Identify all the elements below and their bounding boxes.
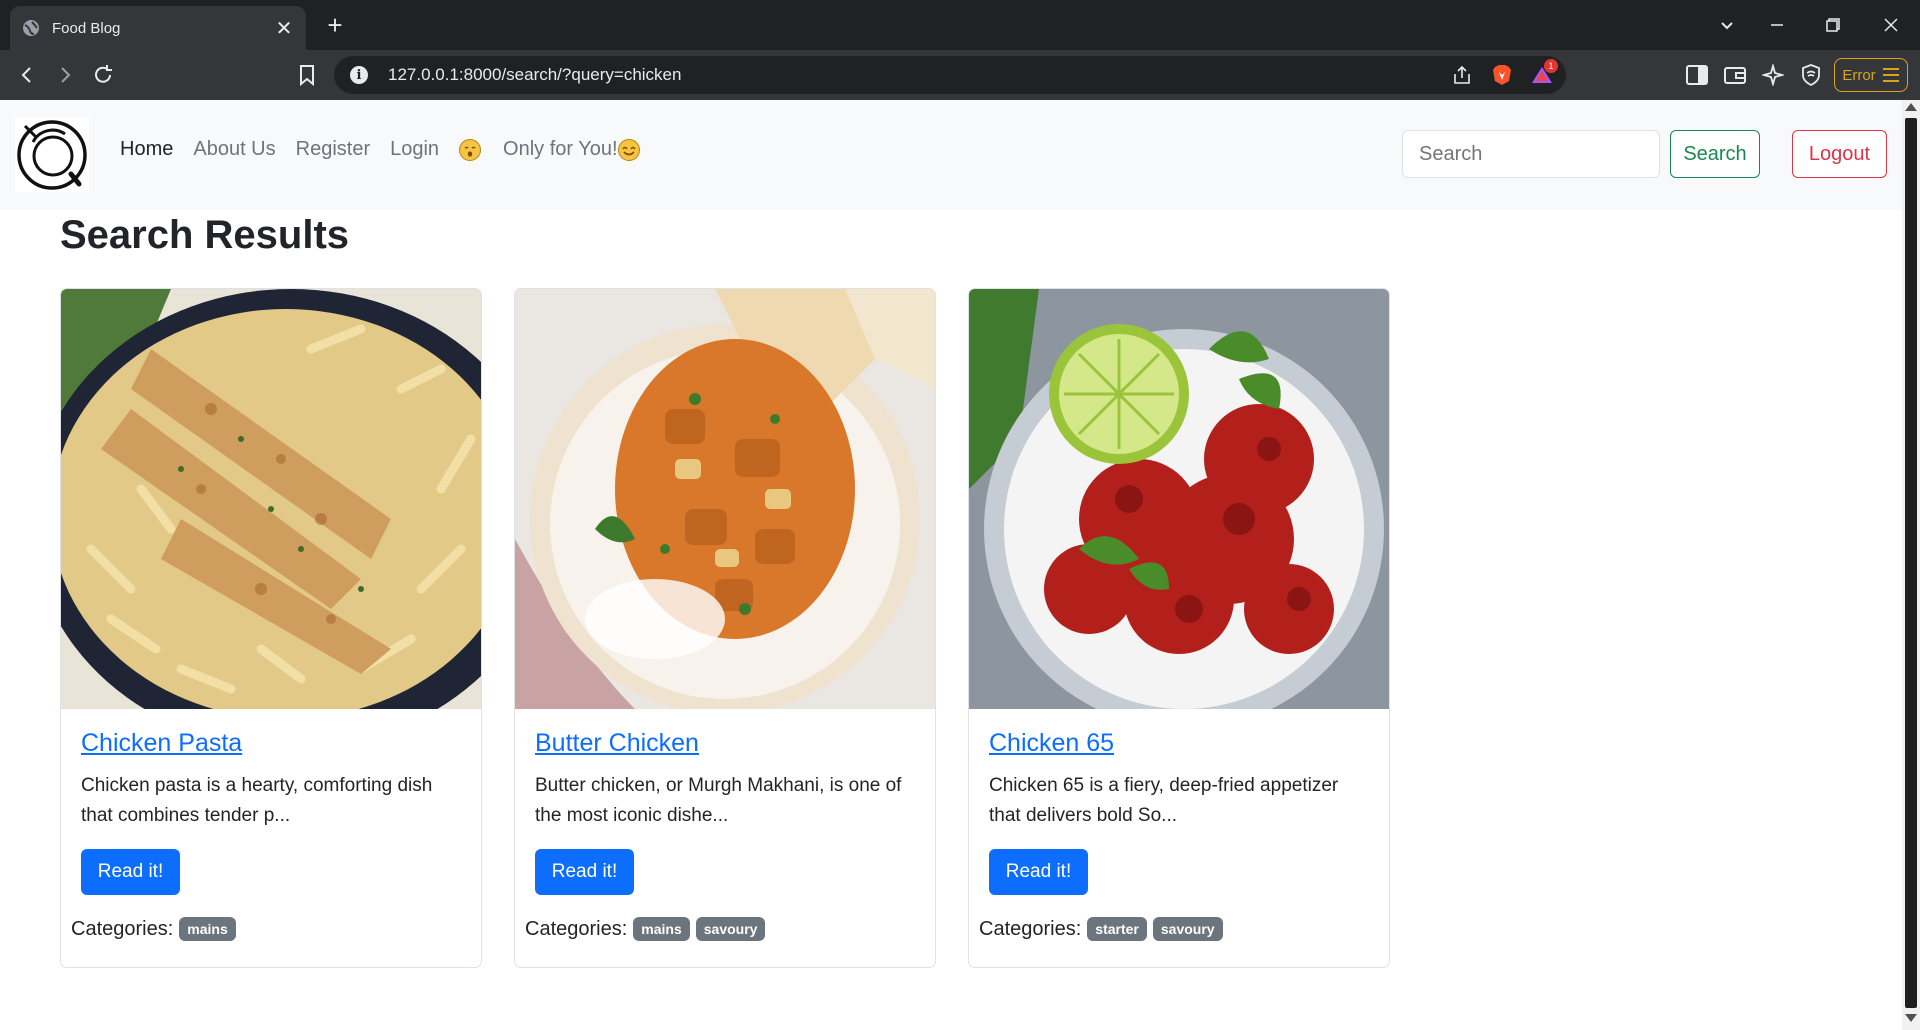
- recipe-title-link[interactable]: Chicken 65: [989, 729, 1114, 758]
- bookmark-icon[interactable]: [294, 62, 320, 88]
- minimize-window-button[interactable]: [1762, 10, 1792, 40]
- url-text: 127.0.0.1:8000/search/?query=chicken: [388, 65, 682, 84]
- categories: Categories: starter savoury: [979, 917, 1223, 941]
- forward-icon[interactable]: [52, 62, 78, 88]
- vpn-shield-icon[interactable]: [1798, 62, 1824, 88]
- brave-rewards-icon[interactable]: 1: [1526, 59, 1558, 91]
- category-badge: mains: [633, 917, 690, 941]
- restore-window-button[interactable]: [1818, 10, 1848, 40]
- page-title: Search Results: [60, 213, 350, 257]
- scroll-down-arrow-icon[interactable]: [1905, 1014, 1917, 1022]
- read-it-button[interactable]: Read it!: [81, 849, 180, 895]
- scroll-up-arrow-icon[interactable]: [1905, 103, 1917, 111]
- nav-link-register[interactable]: Register: [296, 138, 370, 161]
- category-badge: starter: [1087, 917, 1147, 941]
- categories-label: Categories:: [525, 917, 628, 940]
- logout-button[interactable]: Logout: [1792, 130, 1887, 178]
- page-content: Home About Us Register Login Only for Yo…: [0, 100, 1902, 1030]
- notification-count: 1: [1544, 59, 1558, 73]
- read-it-button[interactable]: Read it!: [535, 849, 634, 895]
- recipe-title-link[interactable]: Butter Chicken: [535, 729, 699, 758]
- nav-link-only-for-you[interactable]: Only for You!: [503, 138, 618, 161]
- search-button[interactable]: Search: [1670, 130, 1760, 178]
- butter-chicken-image: [515, 289, 935, 709]
- chicken-65-image: [969, 289, 1389, 709]
- recipe-card: Chicken Pasta Chicken pasta is a hearty,…: [60, 288, 482, 968]
- category-badge: savoury: [695, 917, 766, 941]
- categories-label: Categories:: [71, 917, 174, 940]
- new-tab-button[interactable]: +: [320, 10, 350, 40]
- tab-title: Food Blog: [52, 19, 121, 37]
- reload-icon[interactable]: [90, 62, 116, 88]
- nav-links: Home About Us Register Login Only for Yo…: [120, 138, 640, 161]
- recipe-excerpt: Chicken 65 is a fiery, deep-fried appeti…: [989, 775, 1339, 826]
- wallet-icon[interactable]: [1722, 62, 1748, 88]
- chicken-pasta-image: [61, 289, 481, 709]
- browser-toolbar: i 127.0.0.1:8000/search/?query=chicken 1: [0, 50, 1920, 100]
- smiling-face-emoji-icon: [617, 138, 640, 161]
- site-navbar: Home About Us Register Login Only for Yo…: [0, 100, 1902, 210]
- scrollbar-thumb[interactable]: [1905, 118, 1917, 1008]
- recipe-excerpt: Chicken pasta is a hearty, comforting di…: [81, 775, 433, 826]
- read-it-button[interactable]: Read it!: [989, 849, 1088, 895]
- browser-tab-bar: Food Blog ✕ +: [0, 0, 1920, 50]
- tab-search-chevron-icon[interactable]: [1712, 10, 1742, 40]
- category-badge: mains: [179, 917, 236, 941]
- close-window-button[interactable]: [1876, 10, 1906, 40]
- error-menu-button[interactable]: Error: [1834, 58, 1908, 92]
- browser-tab[interactable]: Food Blog ✕: [10, 6, 306, 50]
- recipe-card: Butter Chicken Butter chicken, or Murgh …: [514, 288, 936, 968]
- sleepy-face-emoji-icon[interactable]: [459, 138, 482, 161]
- category-badge: savoury: [1152, 917, 1223, 941]
- search-input[interactable]: [1402, 130, 1660, 178]
- back-icon[interactable]: [14, 62, 40, 88]
- brave-shields-icon[interactable]: [1486, 59, 1518, 91]
- categories-label: Categories:: [979, 917, 1082, 940]
- nav-link-about-us[interactable]: About Us: [193, 138, 275, 161]
- categories: Categories: mains: [71, 917, 236, 941]
- nav-link-home[interactable]: Home: [120, 138, 173, 161]
- share-icon[interactable]: [1446, 59, 1478, 91]
- site-info-icon[interactable]: i: [350, 66, 368, 84]
- plate-logo-icon: [17, 120, 87, 190]
- address-bar[interactable]: i 127.0.0.1:8000/search/?query=chicken 1: [334, 56, 1566, 94]
- globe-icon: [23, 20, 39, 36]
- close-tab-icon[interactable]: ✕: [274, 16, 294, 41]
- error-label: Error: [1842, 66, 1876, 84]
- recipe-card: Chicken 65 Chicken 65 is a fiery, deep-f…: [968, 288, 1390, 968]
- recipe-title-link[interactable]: Chicken Pasta: [81, 729, 242, 758]
- hamburger-menu-icon: [1882, 68, 1899, 82]
- sidebar-toggle-icon[interactable]: [1684, 62, 1710, 88]
- categories: Categories: mains savoury: [525, 917, 766, 941]
- recipe-excerpt: Butter chicken, or Murgh Makhani, is one…: [535, 775, 902, 826]
- nav-link-login[interactable]: Login: [390, 138, 439, 161]
- brand-logo[interactable]: [15, 118, 89, 192]
- leo-ai-icon[interactable]: [1760, 62, 1786, 88]
